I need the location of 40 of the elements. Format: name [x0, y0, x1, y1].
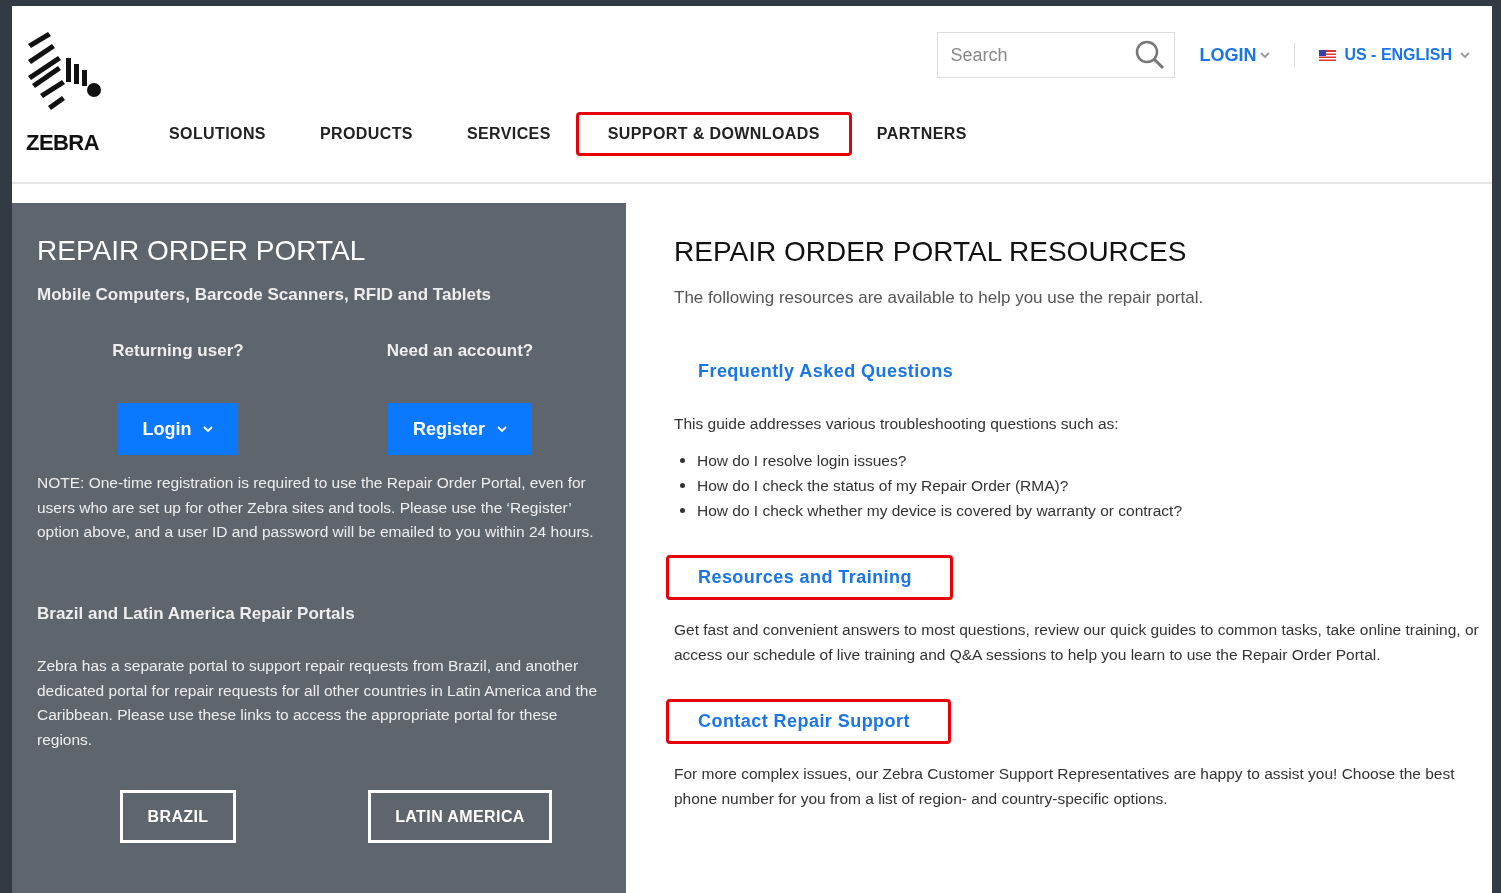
- nav-link[interactable]: PRODUCTS: [292, 112, 440, 156]
- section-text: For more complex issues, our Zebra Customer Support Representatives are happy to assist you! Choose the best phone number for you from a list of region- and country-specific options.: [674, 764, 1456, 809]
- section-link[interactable]: Frequently Asked Questions: [674, 348, 954, 394]
- resources-intro: The following resources are available to help you use the repair portal.: [674, 287, 1205, 309]
- region-button[interactable]: LATIN AMERICA: [368, 790, 552, 843]
- nav-link[interactable]: PARTNERS: [849, 112, 994, 156]
- bullet-icon: [680, 508, 685, 513]
- section-text: Get fast and convenient answers to most questions, review our quick guides to common tasks, take online training, or access our schedule of live training and Q&A sessions to help you learn to use the Repair Order Portal.: [674, 620, 1480, 665]
- chevron-icon: [1460, 51, 1470, 59]
- regional-text: Zebra has a separate portal to support repair requests from Brazil, and another dedicated portal for repair requests for all other countries in Latin America and the Caribbean. Please use these links to access the appropriate portal for these regions.: [37, 656, 599, 750]
- nav-link[interactable]: SOLUTIONS: [142, 112, 293, 156]
- account-prompt: Returning user?: [112, 339, 244, 362]
- chevron-icon: [497, 425, 507, 433]
- logo-wordmark[interactable]: ZEBRA: [26, 126, 142, 159]
- section-link[interactable]: Contact Repair Support: [666, 699, 951, 744]
- search-field[interactable]: Search: [937, 32, 1176, 78]
- section-link[interactable]: Resources and Training: [666, 555, 953, 600]
- chevron-icon: [203, 425, 214, 433]
- panel-subtitle: Mobile Computers, Barcode Scanners, RFID and Tablets: [37, 284, 493, 306]
- dropdown-button[interactable]: Register: [388, 403, 532, 455]
- bullet-icon: [680, 483, 685, 488]
- bullet-text: How do I check the status of my Repair Order (RMA)?: [697, 476, 1069, 496]
- bullet-icon: [680, 458, 685, 463]
- bullet-text: How do I resolve login issues?: [697, 451, 907, 471]
- bullet-text: How do I check whether my device is covered by warranty or contract?: [697, 501, 1182, 521]
- login-link[interactable]: LOGIN: [1199, 41, 1271, 69]
- region-button[interactable]: BRAZIL: [120, 790, 236, 843]
- search-icon[interactable]: [1135, 40, 1166, 70]
- chevron-icon: [1260, 51, 1271, 59]
- nav-link[interactable]: SERVICES: [439, 112, 578, 156]
- note-text: NOTE: One-time registration is required to use the Repair Order Portal, even for users who are set up for other Zebra sites and tools. Please use the ‘Register’ option above, and a user ID and password will be emailed to you within 24 hours.: [37, 473, 595, 542]
- regional-heading: Brazil and Latin America Repair Portals: [37, 602, 356, 625]
- panel-title: REPAIR ORDER PORTAL: [37, 234, 367, 268]
- resources-title: REPAIR ORDER PORTAL RESOURCES: [674, 235, 1188, 269]
- language-selector[interactable]: US - ENGLISH: [1319, 43, 1470, 67]
- dropdown-button[interactable]: Login: [117, 403, 239, 455]
- account-prompt: Need an account?: [386, 339, 534, 362]
- nav-link[interactable]: SUPPORT & DOWNLOADS: [575, 112, 852, 156]
- flag-icon: [1319, 49, 1337, 61]
- section-text: This guide addresses various troubleshooting questions such as:: [674, 413, 1120, 434]
